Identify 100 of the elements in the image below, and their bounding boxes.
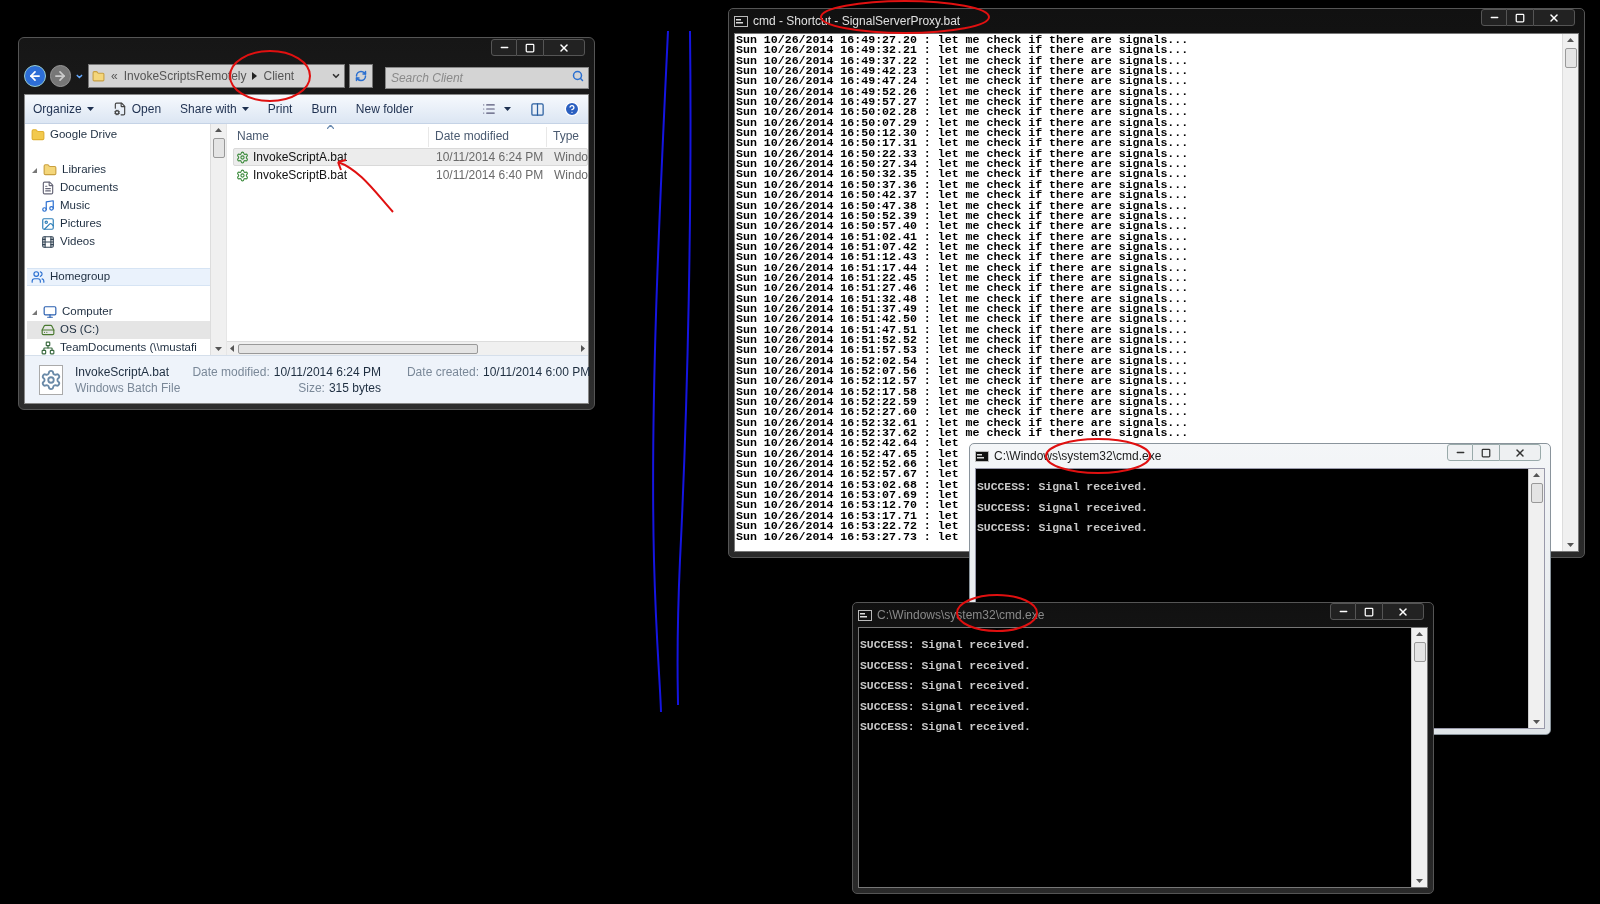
scroll-up-arrow-icon[interactable] (1533, 473, 1540, 477)
console-line: Sun 10/26/2014 16:52:42.64 : let (736, 438, 959, 449)
console-line: Sun 10/26/2014 16:50:42.37 : let me check if there are signals... (736, 190, 1189, 201)
nav-item[interactable]: Computer (27, 303, 210, 321)
console-line: Sun 10/26/2014 16:52:02.54 : let me check if there are signals... (736, 355, 1189, 366)
file-name: InvokeScriptB.bat (253, 167, 348, 184)
close-button[interactable] (543, 39, 585, 56)
nav-item[interactable]: Google Drive (27, 126, 210, 144)
console-line: Sun 10/26/2014 16:51:17.44 : let me check if there are signals... (736, 262, 1189, 273)
nav-item[interactable]: OS (C:) (27, 321, 210, 339)
breadcrumb-arrow-icon[interactable] (252, 72, 258, 80)
close-icon (1397, 605, 1409, 618)
console-line: Sun 10/26/2014 16:49:52.26 : let me check if there are signals... (736, 86, 1189, 98)
close-button[interactable] (1382, 603, 1424, 620)
console-line: Sun 10/26/2014 16:51:37.49 : let me check if there are signals... (736, 303, 1189, 315)
help-button[interactable] (564, 101, 580, 117)
search-field[interactable]: Search Client (384, 67, 589, 89)
scrollbar-thumb[interactable] (1413, 642, 1426, 662)
toolbar-button[interactable]: New folder (355, 100, 414, 118)
back-button[interactable] (24, 65, 46, 87)
details-value: 10/11/2014 6:24 PM (273, 363, 381, 380)
scroll-down-arrow-icon[interactable] (1416, 879, 1423, 883)
console-line: Sun 10/26/2014 16:51:27.46 : let me check if there are signals... (736, 283, 1189, 294)
image-icon (41, 217, 55, 231)
console-line: Sun 10/26/2014 16:50:57.40 : let me check if there are signals... (736, 221, 1189, 232)
toolbar-button[interactable]: Burn (311, 100, 337, 118)
nav-item[interactable]: Homegroup (27, 268, 210, 286)
console-line: Sun 10/26/2014 16:49:47.24 : let me check if there are signals... (736, 76, 1189, 87)
scroll-down-arrow-icon[interactable] (1533, 720, 1540, 724)
forward-button[interactable] (49, 65, 72, 87)
console-line: Sun 10/26/2014 16:52:17.58 : let me check if there are signals... (736, 386, 1189, 398)
expand-arrow-icon[interactable] (31, 166, 38, 174)
breadcrumb-item[interactable]: Client (263, 67, 295, 85)
expand-arrow-icon[interactable] (31, 308, 38, 316)
console-line: Sun 10/26/2014 16:51:52.52 : let me check if there are signals... (736, 334, 1189, 346)
folder-icon (31, 128, 45, 142)
nav-item[interactable]: Music (27, 197, 210, 215)
nav-item[interactable]: Documents (27, 179, 210, 197)
vertical-scrollbar[interactable] (1411, 628, 1427, 887)
column-header[interactable]: Name (227, 127, 429, 147)
view-options-button[interactable] (482, 102, 511, 116)
scroll-up-arrow-icon[interactable] (1416, 632, 1423, 636)
arrow-left-icon (27, 69, 42, 83)
console-line: Sun 10/26/2014 16:52:32.61 : let me check if there are signals... (736, 417, 1189, 429)
refresh-icon (355, 70, 368, 82)
scroll-up-arrow-icon[interactable] (1567, 38, 1574, 42)
toolbar-button[interactable]: Share with (180, 100, 249, 118)
maximize-button[interactable] (517, 39, 543, 56)
list-view-icon (482, 102, 496, 116)
nav-item[interactable]: TeamDocuments (\\mustafi (27, 339, 210, 357)
scrollbar-thumb[interactable] (212, 138, 225, 158)
file-row[interactable]: InvokeScriptB.bat 10/11/2014 6:40 PM Windo (233, 166, 588, 184)
console-line: SUCCESS: Signal received. (977, 480, 1148, 495)
dropdown-caret-icon[interactable] (331, 71, 342, 81)
preview-pane-button[interactable] (530, 101, 545, 117)
console-line: Sun 10/26/2014 16:50:47.38 : let me check if there are signals... (736, 200, 1189, 211)
console-line: Sun 10/26/2014 16:50:52.39 : let me check if there are signals... (736, 210, 1189, 222)
scrollbar-thumb[interactable] (1530, 483, 1543, 503)
search-icon (572, 70, 584, 82)
overflow-chevron[interactable]: « (111, 67, 118, 85)
toolbar-button[interactable]: Print (267, 100, 293, 118)
scroll-right-arrow-icon[interactable] (581, 345, 585, 352)
maximize-button[interactable] (1356, 603, 1382, 620)
console-line: Sun 10/26/2014 16:50:07.29 : let me check if there are signals... (736, 117, 1189, 129)
console-line: Sun 10/26/2014 16:51:12.43 : let me check if there are signals... (736, 252, 1189, 263)
console-line: Sun 10/26/2014 16:49:37.22 : let me check if there are signals... (736, 55, 1189, 67)
maximize-button[interactable] (1507, 9, 1533, 26)
close-button[interactable] (1533, 9, 1575, 26)
console-line: Sun 10/26/2014 16:50:02.28 : let me check if there are signals... (736, 107, 1189, 118)
console-line: Sun 10/26/2014 16:53:27.73 : let (736, 531, 959, 542)
scroll-down-arrow-icon[interactable] (215, 347, 222, 351)
folder-icon (92, 69, 106, 83)
scrollbar-thumb[interactable] (238, 343, 478, 354)
maximize-button[interactable] (1473, 444, 1499, 461)
console-line: Sun 10/26/2014 16:52:27.60 : let me check if there are signals... (736, 407, 1189, 418)
file-row[interactable]: InvokeScriptA.bat 10/11/2014 6:24 PM Windo (233, 148, 588, 166)
document-icon (41, 181, 55, 195)
console-icon (975, 450, 989, 462)
preview-pane-icon (530, 101, 545, 117)
scroll-up-arrow-icon[interactable] (215, 128, 222, 132)
console-line: Sun 10/26/2014 16:52:47.65 : let (736, 448, 959, 460)
toolbar-button[interactable]: Open (112, 100, 162, 118)
vertical-scrollbar[interactable] (1562, 34, 1578, 551)
toolbar-button[interactable]: Organize (33, 100, 94, 118)
nav-item[interactable]: Videos (27, 233, 210, 251)
vertical-scrollbar[interactable] (210, 124, 226, 355)
scroll-down-arrow-icon[interactable] (1567, 543, 1574, 547)
column-header[interactable]: Type (547, 127, 588, 147)
horizontal-scrollbar[interactable] (227, 341, 588, 355)
network-drive-icon (41, 341, 55, 355)
vertical-scrollbar[interactable] (1528, 469, 1544, 728)
column-header[interactable]: Date modified (429, 127, 547, 147)
nav-item[interactable]: Libraries (27, 161, 210, 179)
scrollbar-thumb[interactable] (1564, 48, 1577, 68)
scroll-left-arrow-icon[interactable] (230, 345, 234, 352)
arrow-right-icon (53, 69, 68, 83)
details-file-type: Windows Batch File (75, 379, 181, 396)
nav-item[interactable]: Pictures (27, 215, 210, 233)
console-line: Sun 10/26/2014 16:53:12.70 : let (736, 500, 959, 511)
refresh-button[interactable] (349, 64, 373, 88)
